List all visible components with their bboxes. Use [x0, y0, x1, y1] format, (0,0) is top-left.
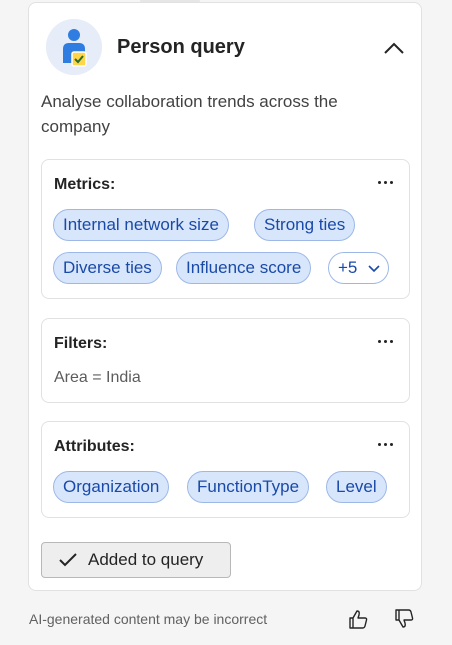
metrics-label: Metrics:: [54, 176, 116, 193]
metric-pill[interactable]: Internal network size: [53, 209, 229, 241]
card-title: Person query: [117, 36, 245, 58]
chevron-up-icon: [384, 42, 404, 54]
more-metrics-button[interactable]: +5: [328, 252, 390, 284]
chevron-down-icon: [368, 264, 380, 272]
added-to-query-button[interactable]: Added to query: [41, 542, 231, 578]
metrics-more-button[interactable]: [375, 174, 395, 190]
filters-section: Filters: Area = India: [41, 318, 410, 403]
filters-more-button[interactable]: [375, 333, 395, 349]
checkmark-icon: [59, 553, 77, 567]
collapse-button[interactable]: [379, 33, 409, 63]
metric-pill[interactable]: Influence score: [176, 252, 312, 284]
card-header: Person query: [29, 3, 421, 89]
attributes-label: Attributes:: [54, 438, 135, 455]
attribute-pill[interactable]: FunctionType: [187, 471, 310, 503]
person-query-icon: [46, 19, 102, 75]
thumbs-up-icon: [349, 610, 368, 629]
added-to-query-label: Added to query: [88, 550, 204, 569]
attributes-more-button[interactable]: [375, 436, 395, 452]
attributes-section: Attributes: Organization FunctionType Le…: [41, 421, 410, 518]
more-metrics-label: +5: [338, 258, 358, 277]
like-button[interactable]: [345, 606, 371, 632]
filter-value: Area = India: [54, 369, 141, 386]
dislike-button[interactable]: [391, 606, 417, 632]
person-query-card: Person query Analyse collaboration trend…: [28, 2, 422, 591]
metrics-section: Metrics: Internal network size Strong ti…: [41, 159, 410, 299]
card-description: Analyse collaboration trends across the …: [41, 92, 338, 136]
ai-disclaimer: AI-generated content may be incorrect: [29, 611, 268, 627]
filters-label: Filters:: [54, 335, 108, 352]
thumbs-down-icon: [395, 609, 414, 628]
attribute-pill[interactable]: Organization: [53, 471, 170, 503]
attribute-pill[interactable]: Level: [326, 471, 387, 503]
metric-pill[interactable]: Diverse ties: [53, 252, 162, 284]
metric-pill[interactable]: Strong ties: [254, 209, 356, 241]
